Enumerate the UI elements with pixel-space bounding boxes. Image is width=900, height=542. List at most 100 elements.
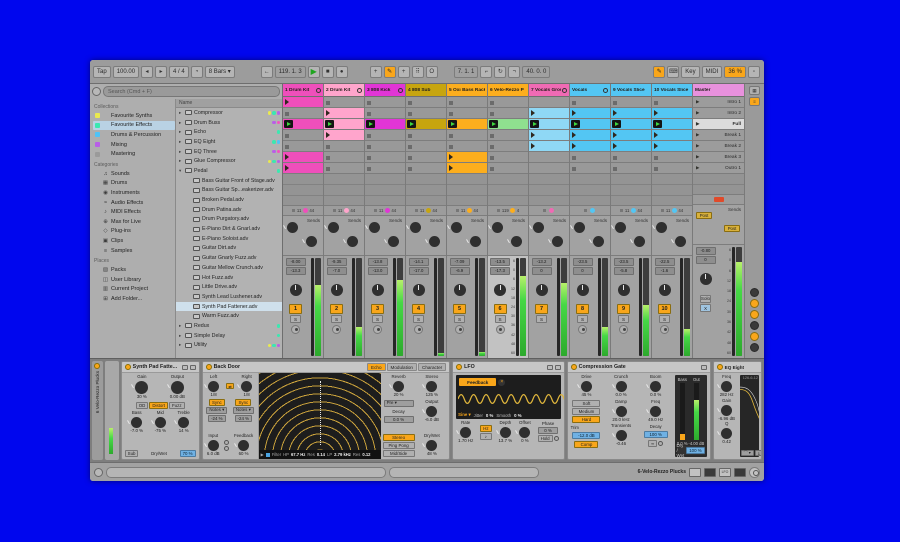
automation-arm-button[interactable]: ✎	[383, 65, 396, 78]
sidebar-item[interactable]: ⊞ Add Folder...	[93, 294, 175, 304]
expand-arrow-icon[interactable]: ▸	[179, 149, 183, 155]
clip-slot[interactable]	[570, 119, 610, 130]
send-a-knob[interactable]	[369, 222, 380, 233]
clip-slot[interactable]	[447, 119, 487, 130]
eq-curve-display[interactable]: 126-6-12 ⌒ ▾ 1	[739, 375, 762, 457]
volume-fader[interactable]	[680, 258, 683, 356]
decay-field[interactable]: 100 %	[643, 431, 668, 439]
edit-patch-icon[interactable]	[554, 364, 561, 370]
clip-slot[interactable]	[652, 152, 692, 163]
sidebar-item[interactable]: ≈ Audio Effects	[93, 198, 175, 208]
device-power-button[interactable]	[570, 364, 577, 370]
left-offset-field[interactable]: -24 %	[208, 414, 226, 422]
comp-button[interactable]: Comp	[574, 440, 599, 448]
crossfade-assign-button[interactable]: X	[700, 304, 711, 312]
stereo-width-knob[interactable]: Stereo 125 %	[425, 374, 438, 398]
clip-slot[interactable]	[365, 119, 405, 130]
file-row[interactable]: ▸ EQ Three	[176, 147, 282, 157]
clip-slot[interactable]	[283, 108, 323, 119]
track-header[interactable]: 9 Vocals Slice	[611, 84, 651, 97]
file-row[interactable]: Guitar Dirt.adv	[176, 244, 282, 254]
file-row[interactable]: ▸ Utility	[176, 341, 282, 351]
expand-arrow-icon[interactable]: ▸	[179, 158, 183, 164]
clip-slot[interactable]	[488, 119, 528, 130]
filter-mode-select[interactable]: ⌒ ▾	[740, 450, 754, 456]
group-fold-icon[interactable]	[562, 87, 567, 93]
echo-tab[interactable]: Character	[418, 363, 447, 371]
sync-left-button[interactable]: Sync	[208, 398, 225, 406]
sidebar-item[interactable]: ▧ Packs	[93, 265, 175, 275]
clip-slot[interactable]	[652, 108, 692, 119]
echo-dry-wet-knob[interactable]: Dry/Wet 48 %	[424, 433, 440, 457]
pan-value-field[interactable]: 0	[572, 267, 593, 275]
lfo-offset-knob[interactable]: Offset 0 %	[519, 420, 531, 444]
echo-tab[interactable]: Modulation	[386, 363, 417, 371]
clip-slot[interactable]	[365, 163, 405, 174]
mixer-section-toggle[interactable]	[750, 310, 759, 319]
clip-slot[interactable]	[283, 97, 323, 108]
track-activator-button[interactable]: 7	[535, 303, 548, 314]
volume-fader[interactable]	[434, 258, 437, 356]
device-title[interactable]: EQ Eight	[725, 365, 744, 370]
track-activator-button[interactable]: 5	[453, 303, 466, 314]
lfo-map-target-button[interactable]: Feedback	[459, 378, 497, 386]
file-row[interactable]: E-Piano Dirt & Gnarl.adv	[176, 224, 282, 234]
eq-freq-knob[interactable]: Freq 282 Hz	[720, 374, 734, 398]
clip-slot[interactable]	[529, 163, 569, 174]
hot-swap-icon[interactable]	[700, 364, 707, 370]
clip-slot[interactable]	[611, 152, 651, 163]
clip-slot[interactable]	[570, 108, 610, 119]
clip-slot[interactable]	[529, 119, 569, 130]
smooth-value[interactable]: 0 %	[514, 413, 521, 418]
clip-slot[interactable]	[365, 130, 405, 141]
track-header[interactable]: 7 Vocals Group	[529, 84, 569, 97]
clip-slot[interactable]	[406, 97, 446, 108]
master-header[interactable]: Master	[693, 84, 744, 97]
stop-all-clips-button[interactable]	[713, 197, 724, 202]
arm-button[interactable]	[660, 324, 669, 334]
play-button[interactable]: ▶	[307, 65, 320, 78]
send-b-knob[interactable]	[634, 236, 645, 247]
track-activator-button[interactable]: 4	[412, 303, 425, 314]
send-b-knob[interactable]	[347, 236, 358, 247]
clip-slot[interactable]	[324, 108, 364, 119]
file-row[interactable]: ▸ Compressor	[176, 108, 282, 118]
re-enable-automation-button[interactable]: O	[425, 65, 438, 78]
sync-right-button[interactable]: Sync	[235, 398, 252, 406]
lfo-rate-unit-button[interactable]: Hz	[480, 425, 492, 432]
send-a-knob[interactable]	[410, 222, 421, 233]
clip-slot[interactable]	[488, 97, 528, 108]
send-b-knob[interactable]	[470, 236, 481, 247]
track-activator-dot[interactable]	[94, 363, 101, 369]
scene-row[interactable]: ▶ Intro 1	[693, 97, 744, 108]
track-header[interactable]: 2 Drum Kit	[324, 84, 364, 97]
volume-value-field[interactable]: -13.5	[490, 258, 510, 266]
clip-slot[interactable]	[570, 141, 610, 152]
clip-slot[interactable]	[529, 141, 569, 152]
send-a-knob[interactable]	[656, 222, 667, 233]
tempo-field[interactable]: 100.00	[112, 65, 140, 78]
right-offset-field[interactable]: -24 %	[234, 414, 253, 422]
scene-row[interactable]: ▶ Outro 1	[693, 163, 744, 174]
pan-value-field[interactable]: -7.0	[326, 267, 347, 275]
pan-knob[interactable]	[289, 284, 302, 296]
lfo-rate-knob[interactable]: Rate 1.70 Hz	[458, 420, 473, 444]
track-activator-button[interactable]: 10	[658, 303, 671, 314]
volume-fader[interactable]	[311, 258, 314, 356]
file-row[interactable]: Bass Guitar Front of Stage.adv	[176, 176, 282, 186]
lfo-waveform-select[interactable]: Sine ▾	[458, 412, 470, 418]
clip-slot[interactable]	[488, 108, 528, 119]
nudge-up-button[interactable]: ▸	[155, 65, 168, 78]
file-row[interactable]: Broken Pedal.adv	[176, 195, 282, 205]
volume-fader[interactable]	[516, 258, 519, 356]
clip-slot[interactable]	[652, 141, 692, 152]
clip-slot[interactable]	[324, 163, 364, 174]
volume-fader[interactable]	[598, 258, 601, 356]
left-mode-select[interactable]: Notes ▾	[206, 406, 228, 414]
key-map-button[interactable]: Key	[681, 65, 700, 78]
mini-device-icon[interactable]	[734, 467, 746, 477]
solo-button[interactable]: S	[454, 315, 465, 323]
clip-slot[interactable]	[652, 163, 692, 174]
device-power-button[interactable]	[716, 364, 723, 370]
echo-tab[interactable]: Echo	[367, 363, 386, 371]
